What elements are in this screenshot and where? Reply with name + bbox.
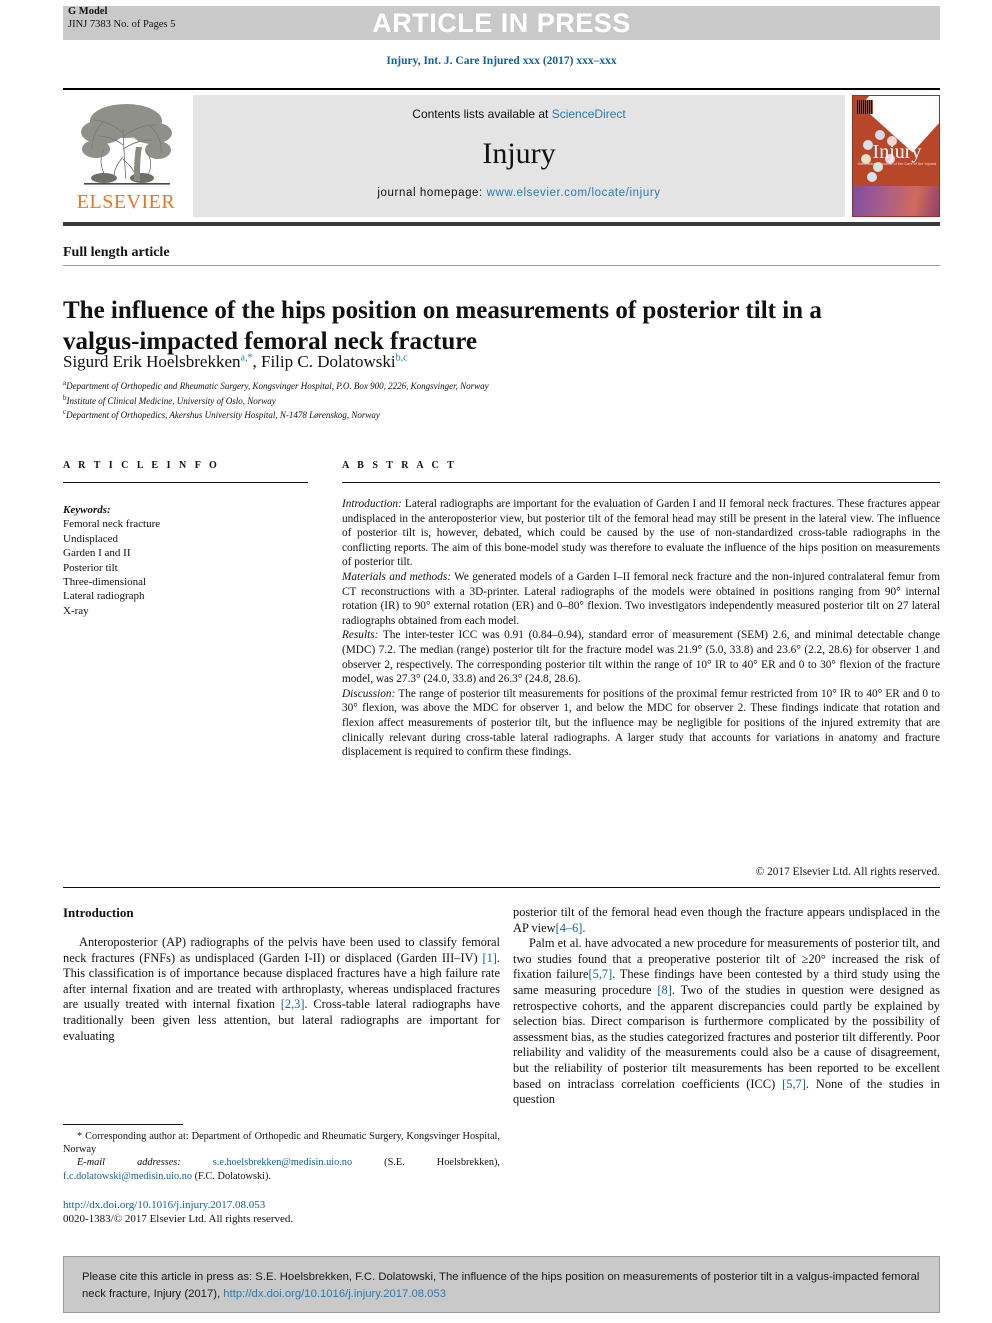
masthead-center: Contents lists available at ScienceDirec… bbox=[193, 95, 845, 217]
keyword-item: Posterior tilt bbox=[63, 561, 118, 574]
author-marks-1[interactable]: a,* bbox=[241, 352, 253, 363]
section-heading-introduction: Introduction bbox=[63, 905, 134, 920]
author-name-1: Sigurd Erik Hoelsbrekken bbox=[63, 352, 241, 371]
abstract-end-rule bbox=[63, 887, 940, 888]
email-link-1[interactable]: s.e.hoelsbrekken@medisin.uio.no bbox=[213, 1157, 352, 1168]
cite-this-article-box: Please cite this article in press as: S.… bbox=[63, 1256, 940, 1313]
elsevier-wordmark: ELSEVIER bbox=[76, 191, 176, 213]
citation-ref[interactable]: [1] bbox=[482, 951, 496, 965]
cite-doi-link[interactable]: http://dx.doi.org/10.1016/j.injury.2017.… bbox=[223, 1288, 446, 1300]
citation-ref[interactable]: [8] bbox=[657, 983, 671, 997]
abstract-section-text: The range of posterior tilt measurements… bbox=[342, 687, 940, 759]
body-paragraph: posterior tilt of the femoral head even … bbox=[513, 905, 940, 936]
abstract-section-label: Discussion: bbox=[342, 687, 396, 700]
keyword-item: Garden I and II bbox=[63, 547, 131, 560]
cover-title: Injury bbox=[872, 141, 922, 163]
email-name-1: (S.E. Hoelsbrekken), bbox=[352, 1157, 500, 1169]
affiliation-list: aDepartment of Orthopedic and Rheumatic … bbox=[63, 378, 873, 422]
doi-block: http://dx.doi.org/10.1016/j.injury.2017.… bbox=[63, 1198, 500, 1226]
affiliation-text-b: Institute of Clinical Medicine, Universi… bbox=[66, 395, 276, 406]
footnote-block: * Corresponding author at: Department of… bbox=[63, 1130, 500, 1183]
elsevier-logo: ELSEVIER bbox=[66, 95, 186, 217]
keywords-label: Keywords: bbox=[63, 504, 111, 516]
email-note: E-mail addresses: s.e.hoelsbrekken@medis… bbox=[63, 1156, 500, 1182]
masthead-bottom-rule bbox=[63, 222, 940, 226]
cite-text-body: Please cite this article in press as: S.… bbox=[82, 1271, 920, 1300]
email-name-2: (F.C. Dolatowski). bbox=[192, 1170, 272, 1182]
article-info-rule bbox=[63, 482, 308, 483]
cover-subtitle: International Journal of the Care of the… bbox=[857, 162, 937, 166]
abstract-section-label: Introduction: bbox=[342, 498, 402, 510]
abstract-section-text: Lateral radiographs are important for th… bbox=[342, 498, 940, 569]
keyword-item: Femoral neck fracture bbox=[63, 518, 161, 531]
article-type-label: Full length article bbox=[63, 245, 170, 260]
keywords-block: Keywords: Femoral neck fracture Undispla… bbox=[63, 503, 308, 618]
abstract-body: Introduction: Lateral radiographs are im… bbox=[342, 497, 940, 760]
author-name-2: Filip C. Dolatowski bbox=[260, 352, 396, 371]
paragraph-text: . bbox=[582, 920, 586, 935]
citation-ref[interactable]: [4–6] bbox=[556, 921, 583, 935]
cover-barcode-icon bbox=[857, 100, 873, 114]
abstract-section: Discussion: The range of posterior tilt … bbox=[342, 687, 940, 760]
article-type-rule bbox=[63, 265, 940, 266]
author-marks-2[interactable]: b,c bbox=[396, 352, 408, 363]
abstract-section: Materials and methods: We generated mode… bbox=[342, 570, 940, 628]
contents-line: Contents lists available at ScienceDirec… bbox=[193, 107, 845, 121]
doi-link[interactable]: http://dx.doi.org/10.1016/j.injury.2017.… bbox=[63, 1199, 265, 1211]
abstract-section-label: Results: bbox=[342, 629, 379, 642]
email-label: E-mail addresses: bbox=[77, 1157, 181, 1169]
affiliation-text-a: Department of Orthopedic and Rheumatic S… bbox=[66, 381, 489, 391]
article-page: ARTICLE IN PRESS G Model JINJ 7383 No. o… bbox=[0, 0, 992, 1323]
keyword-item: Undisplaced bbox=[63, 532, 118, 545]
citation-ref[interactable]: [5,7] bbox=[589, 967, 613, 981]
author-list: Sigurd Erik Hoelsbrekkena,*, Filip C. Do… bbox=[63, 352, 408, 371]
email-link-2[interactable]: f.c.dolatowski@medisin.uio.no bbox=[63, 1171, 192, 1182]
issn-copyright-line: 0020-1383/© 2017 Elsevier Ltd. All right… bbox=[63, 1213, 294, 1225]
corresponding-author-text: Corresponding author at: Department of O… bbox=[63, 1131, 500, 1156]
elsevier-tree-icon bbox=[81, 104, 172, 185]
keyword-item: X-ray bbox=[63, 604, 89, 617]
article-info-heading: A R T I C L E I N F O bbox=[63, 460, 220, 471]
abstract-section: Introduction: Lateral radiographs are im… bbox=[342, 497, 940, 570]
contents-prefix: Contents lists available at bbox=[412, 107, 552, 121]
masthead-top-rule bbox=[63, 88, 940, 90]
keyword-item: Three-dimensional bbox=[63, 576, 147, 589]
journal-name: Injury bbox=[482, 137, 556, 170]
affiliation-text-c: Department of Orthopedics, Akershus Univ… bbox=[66, 410, 380, 420]
page-title: The influence of the hips position on me… bbox=[63, 296, 822, 355]
body-paragraph: Palm et al. have advocated a new procedu… bbox=[513, 936, 940, 1108]
journal-cover-thumbnail: Injury International Journal of the Care… bbox=[852, 95, 940, 217]
paragraph-text: . Two of the studies in question were de… bbox=[513, 982, 940, 1091]
footnote-rule bbox=[63, 1124, 183, 1125]
cite-text: Please cite this article in press as: S.… bbox=[82, 1269, 927, 1303]
abstract-section-label: Materials and methods: bbox=[342, 570, 451, 583]
abstract-section: Results: The inter-tester ICC was 0.91 (… bbox=[342, 628, 940, 686]
g-model-pages: JINJ 7383 No. of Pages 5 bbox=[68, 18, 176, 30]
homepage-prefix: journal homepage: bbox=[377, 187, 487, 199]
paragraph-text: Anteroposterior (AP) radiographs of the … bbox=[63, 935, 500, 965]
g-model-block: G Model JINJ 7383 No. of Pages 5 bbox=[68, 6, 308, 31]
keyword-item: Lateral radiograph bbox=[63, 590, 145, 603]
abstract-rule bbox=[342, 482, 940, 483]
citation-ref[interactable]: [5,7] bbox=[782, 1077, 806, 1091]
sciencedirect-link[interactable]: ScienceDirect bbox=[552, 107, 626, 121]
affiliation-c: cDepartment of Orthopedics, Akershus Uni… bbox=[63, 407, 873, 422]
abstract-heading: A B S T R A C T bbox=[342, 460, 457, 471]
journal-homepage-line: journal homepage: www.elsevier.com/locat… bbox=[193, 187, 845, 199]
journal-homepage-link[interactable]: www.elsevier.com/locate/injury bbox=[487, 187, 661, 199]
citation-ref[interactable]: [2,3] bbox=[281, 997, 305, 1011]
body-column-right: posterior tilt of the femoral head even … bbox=[513, 905, 940, 1108]
abstract-section-text: The inter-tester ICC was 0.91 (0.84–0.94… bbox=[342, 629, 940, 686]
affiliation-a: aDepartment of Orthopedic and Rheumatic … bbox=[63, 378, 873, 393]
body-paragraph: Anteroposterior (AP) radiographs of the … bbox=[63, 935, 500, 1044]
journal-citation-line: Injury, Int. J. Care Injured xxx (2017) … bbox=[386, 55, 617, 67]
affiliation-b: bInstitute of Clinical Medicine, Univers… bbox=[63, 393, 873, 408]
g-model-label: G Model bbox=[68, 6, 108, 17]
abstract-copyright: © 2017 Elsevier Ltd. All rights reserved… bbox=[755, 866, 940, 878]
body-column-left: Introduction Anteroposterior (AP) radiog… bbox=[63, 905, 500, 1044]
cover-photo-strip bbox=[853, 186, 939, 216]
corresponding-author-note: * Corresponding author at: Department of… bbox=[63, 1130, 500, 1156]
